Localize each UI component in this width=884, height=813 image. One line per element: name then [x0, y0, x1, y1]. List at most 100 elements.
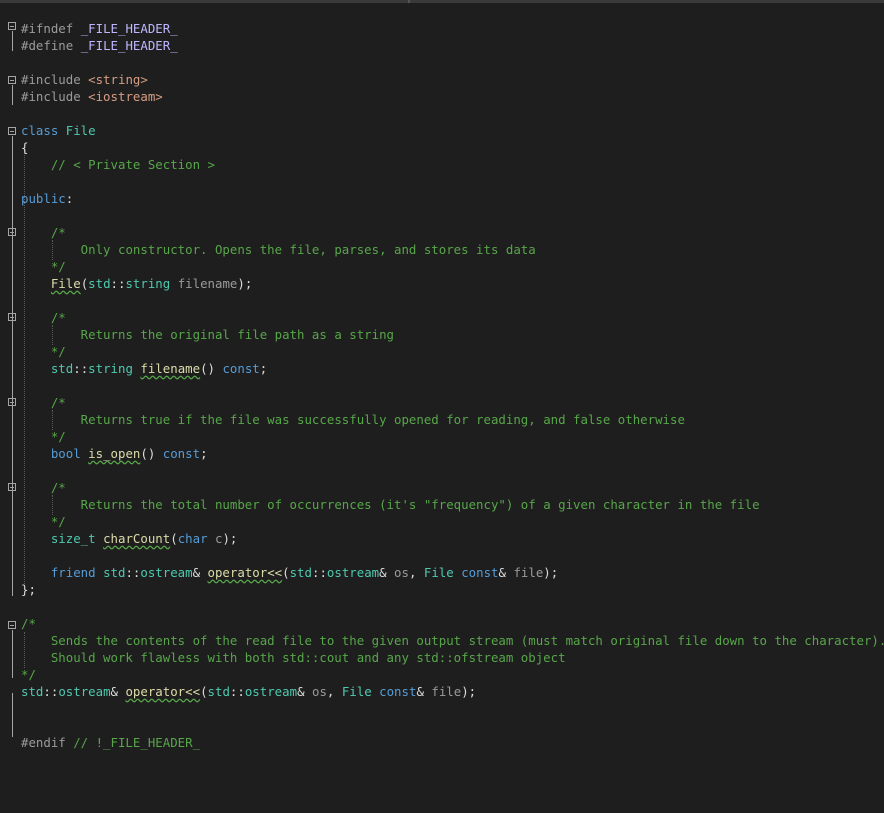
code-token: ::: [229, 684, 245, 699]
code-line[interactable]: Sends the contents of the read file to t…: [21, 632, 884, 649]
code-line[interactable]: /*: [21, 309, 66, 326]
outline-gutter: [0, 3, 20, 813]
code-token: ::: [110, 276, 126, 291]
code-token: File: [50, 276, 81, 291]
code-token: char: [177, 531, 208, 546]
code-line[interactable]: size_t charCount(char c);: [21, 530, 238, 547]
code-line[interactable]: */: [21, 428, 66, 445]
code-token: #define: [21, 38, 81, 53]
fold-toggle-isopen-comment-icon[interactable]: [8, 398, 16, 406]
code-token: */: [50, 259, 66, 274]
code-line[interactable]: /*: [21, 394, 66, 411]
fold-toggle-ifndef-icon[interactable]: [8, 22, 16, 30]
splitter-notch[interactable]: [408, 0, 410, 3]
code-line[interactable]: #include <string>: [21, 71, 148, 88]
fold-toggle-include-icon[interactable]: [8, 76, 16, 84]
code-token: std: [103, 565, 126, 580]
code-line[interactable]: */: [21, 343, 66, 360]
code-token: */: [21, 667, 36, 682]
code-line[interactable]: #include <iostream>: [21, 88, 163, 105]
fold-toggle-comment-icon[interactable]: [8, 621, 16, 629]
code-token: filename: [140, 361, 201, 376]
code-line[interactable]: #endif // !_FILE_HEADER_: [21, 734, 200, 751]
code-token: const: [162, 446, 201, 461]
code-token: (: [200, 684, 208, 699]
code-token: :: [65, 191, 74, 206]
code-line[interactable]: */: [21, 513, 66, 530]
code-line[interactable]: /*: [21, 479, 66, 496]
code-token: ostream: [244, 684, 298, 699]
code-token: ::: [73, 361, 89, 376]
code-line[interactable]: #ifndef _FILE_HEADER_: [21, 20, 178, 37]
code-token: bool: [50, 446, 81, 461]
code-line[interactable]: File(std::string filename);: [21, 275, 252, 292]
code-token: os: [311, 684, 327, 699]
code-token: ostream: [326, 565, 380, 580]
code-line[interactable]: #define _FILE_HEADER_: [21, 37, 178, 54]
code-token: /*: [50, 310, 66, 325]
code-token: &: [297, 684, 312, 699]
code-line[interactable]: };: [21, 581, 36, 598]
code-token: <iostream>: [88, 89, 163, 104]
code-token: std: [50, 361, 74, 376]
code-line[interactable]: bool is_open() const;: [21, 445, 208, 462]
code-token: ,: [326, 684, 342, 699]
code-token: );: [237, 276, 253, 291]
code-token: #ifndef: [21, 21, 81, 36]
code-token: ::: [43, 684, 59, 699]
code-token: c: [207, 531, 223, 546]
code-token: /*: [50, 480, 66, 495]
code-token: // < Private Section >: [50, 157, 215, 172]
code-line[interactable]: // < Private Section >: [21, 156, 215, 173]
code-line[interactable]: */: [21, 258, 66, 275]
code-line[interactable]: */: [21, 666, 36, 683]
code-token: #include: [21, 72, 89, 87]
code-line[interactable]: public:: [21, 190, 73, 207]
code-token: const: [379, 684, 417, 699]
code-token: public: [21, 191, 66, 206]
fold-toggle-constructor-comment-icon[interactable]: [8, 228, 16, 236]
fold-toggle-filename-comment-icon[interactable]: [8, 313, 16, 321]
code-line[interactable]: Should work flawless with both std::cout…: [21, 649, 566, 666]
code-token: const: [461, 565, 499, 580]
code-token: charCount: [103, 531, 171, 546]
code-line[interactable]: {: [21, 139, 28, 156]
code-token: os: [394, 565, 409, 580]
code-line[interactable]: class File: [21, 122, 96, 139]
code-token: class: [21, 123, 66, 138]
fold-toggle-charcount-comment-icon[interactable]: [8, 483, 16, 491]
code-token: const: [222, 361, 260, 376]
code-token: std: [88, 276, 111, 291]
code-line[interactable]: std::string filename() const;: [21, 360, 267, 377]
code-token: (): [200, 361, 223, 376]
code-line[interactable]: Returns the original file path as a stri…: [21, 326, 394, 343]
code-token: &: [379, 565, 395, 580]
fold-toggle-class-icon[interactable]: [8, 127, 16, 135]
fold-line-class: [12, 136, 13, 596]
code-line[interactable]: std::ostream& operator<<(std::ostream& o…: [21, 683, 476, 700]
code-line[interactable]: /*: [21, 224, 66, 241]
code-token: Should work flawless with both std::cout…: [21, 650, 566, 665]
code-line[interactable]: Only constructor. Opens the file, parses…: [21, 241, 536, 258]
code-token: file: [431, 684, 462, 699]
code-line[interactable]: Returns the total number of occurrences …: [21, 496, 760, 513]
code-token: */: [50, 514, 66, 529]
code-token: Only constructor. Opens the file, parses…: [50, 242, 536, 257]
code-token: );: [543, 565, 559, 580]
code-line[interactable]: /*: [21, 615, 36, 632]
code-token: file: [513, 565, 544, 580]
code-token: };: [21, 582, 36, 597]
code-token: _FILE_HEADER_: [80, 21, 178, 36]
code-line[interactable]: friend std::ostream& operator<<(std::ost…: [21, 564, 558, 581]
code-token: #endif: [21, 735, 74, 750]
code-token: std: [207, 684, 230, 699]
code-token: File: [65, 123, 96, 138]
code-token: friend: [50, 565, 104, 580]
code-line[interactable]: Returns true if the file was successfull…: [21, 411, 685, 428]
code-token: ::: [125, 565, 141, 580]
code-token: &: [110, 684, 126, 699]
